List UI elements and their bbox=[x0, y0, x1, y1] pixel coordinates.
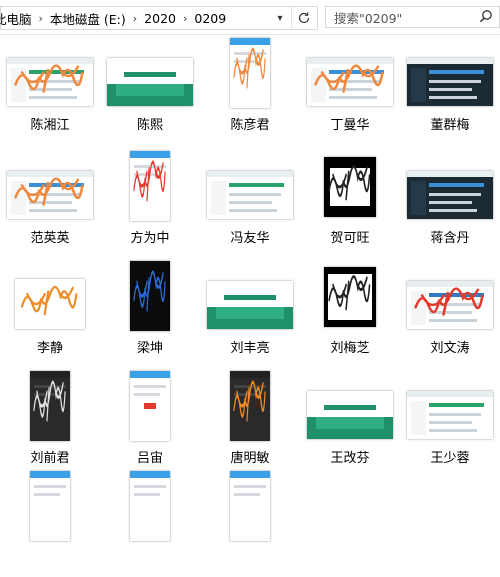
chevron-right-icon[interactable]: › bbox=[35, 12, 47, 25]
file-name: 王少蓉 bbox=[430, 451, 470, 466]
file-item[interactable] bbox=[0, 467, 100, 577]
file-name: 陈湘江 bbox=[30, 118, 70, 133]
file-name: 吕宙 bbox=[136, 451, 163, 466]
file-thumbnail[interactable] bbox=[30, 371, 70, 441]
file-name: 蒋含丹 bbox=[430, 231, 470, 246]
file-name: 刘丰亮 bbox=[230, 341, 270, 356]
file-thumbnail[interactable] bbox=[130, 261, 170, 331]
file-thumbnail[interactable] bbox=[230, 471, 270, 541]
file-thumbnail[interactable] bbox=[130, 471, 170, 541]
refresh-icon[interactable] bbox=[291, 7, 316, 29]
file-item[interactable]: 贺可旺 bbox=[300, 147, 400, 257]
file-name: 刘文涛 bbox=[430, 341, 470, 356]
file-thumbnail[interactable] bbox=[7, 58, 93, 106]
file-item[interactable]: 刘丰亮 bbox=[200, 257, 300, 367]
file-thumbnail[interactable] bbox=[130, 371, 170, 441]
file-item[interactable]: 李静 bbox=[0, 257, 100, 367]
file-thumbnail[interactable] bbox=[307, 391, 393, 439]
search-icon[interactable] bbox=[479, 9, 493, 26]
file-thumbnail[interactable] bbox=[324, 157, 376, 217]
file-thumbnail[interactable] bbox=[407, 58, 493, 106]
file-thumbnail[interactable] bbox=[207, 281, 293, 329]
file-thumbnail[interactable] bbox=[407, 281, 493, 329]
file-name: 王改芬 bbox=[330, 451, 370, 466]
file-name: 范英英 bbox=[30, 231, 70, 246]
search-input[interactable]: 搜索"0209" bbox=[325, 6, 500, 28]
file-thumbnail[interactable] bbox=[324, 267, 376, 327]
file-thumbnail[interactable] bbox=[30, 471, 70, 541]
crumb-drive[interactable]: 本地磁盘 (E:) bbox=[47, 9, 129, 28]
file-name: 梁坤 bbox=[136, 341, 163, 356]
file-item[interactable]: 刘前君 bbox=[0, 367, 100, 477]
chevron-right-icon[interactable]: › bbox=[179, 12, 191, 25]
file-thumbnail[interactable] bbox=[407, 171, 493, 219]
file-name: 陈彦君 bbox=[230, 118, 270, 133]
file-item[interactable]: 梁坤 bbox=[100, 257, 200, 367]
file-item[interactable]: 唐明敏 bbox=[200, 367, 300, 477]
file-item[interactable]: 刘文涛 bbox=[400, 257, 500, 367]
file-name: 方为中 bbox=[130, 231, 170, 246]
file-item[interactable]: 刘梅芝 bbox=[300, 257, 400, 367]
file-thumbnail[interactable] bbox=[207, 171, 293, 219]
file-item[interactable]: 陈彦君 bbox=[200, 34, 300, 144]
address-toolbar: 此电脑 › 本地磁盘 (E:) › 2020 › 0209 ▾ 搜索"0209" bbox=[0, 0, 500, 35]
file-item[interactable]: 冯友华 bbox=[200, 147, 300, 257]
file-thumbnail[interactable] bbox=[7, 171, 93, 219]
file-item[interactable]: 蒋含丹 bbox=[400, 147, 500, 257]
file-name: 董群梅 bbox=[430, 118, 470, 133]
file-item[interactable] bbox=[200, 467, 300, 577]
file-name: 丁曼华 bbox=[330, 118, 370, 133]
file-thumbnail[interactable] bbox=[307, 58, 393, 106]
file-item[interactable]: 吕宙 bbox=[100, 367, 200, 477]
file-name: 冯友华 bbox=[230, 231, 270, 246]
file-item[interactable] bbox=[100, 467, 200, 577]
file-name: 唐明敏 bbox=[230, 451, 270, 466]
chevron-down-icon[interactable]: ▾ bbox=[271, 7, 289, 29]
file-item[interactable]: 范英英 bbox=[0, 147, 100, 257]
file-item[interactable]: 王改芬 bbox=[300, 367, 400, 477]
file-item[interactable]: 王少蓉 bbox=[400, 367, 500, 477]
file-item[interactable]: 方为中 bbox=[100, 147, 200, 257]
file-item[interactable]: 陈熙 bbox=[100, 34, 200, 144]
file-grid: 陈湘江 陈熙 陈彦君 丁曼华 董群梅 范英英 方为中 冯友华 贺可旺 蒋含丹 李… bbox=[0, 34, 500, 541]
file-thumbnail[interactable] bbox=[230, 38, 270, 108]
file-name: 刘前君 bbox=[30, 451, 70, 466]
file-thumbnail[interactable] bbox=[230, 371, 270, 441]
file-item[interactable]: 陈湘江 bbox=[0, 34, 100, 144]
file-thumbnail[interactable] bbox=[15, 279, 85, 329]
file-name: 李静 bbox=[36, 341, 63, 356]
search-placeholder: 搜索"0209" bbox=[334, 10, 403, 26]
file-thumbnail[interactable] bbox=[407, 391, 493, 439]
file-thumbnail[interactable] bbox=[130, 151, 170, 221]
chevron-right-icon[interactable]: › bbox=[129, 12, 141, 25]
file-item[interactable]: 董群梅 bbox=[400, 34, 500, 144]
file-name: 贺可旺 bbox=[330, 231, 370, 246]
crumb-this-pc[interactable]: 此电脑 bbox=[0, 9, 35, 28]
crumb-0209[interactable]: 0209 bbox=[191, 11, 229, 26]
file-name: 刘梅芝 bbox=[330, 341, 370, 356]
file-thumbnail[interactable] bbox=[107, 58, 193, 106]
crumb-2020[interactable]: 2020 bbox=[141, 11, 179, 26]
file-name: 陈熙 bbox=[136, 118, 163, 133]
file-item[interactable]: 丁曼华 bbox=[300, 34, 400, 144]
breadcrumb[interactable]: 此电脑 › 本地磁盘 (E:) › 2020 › 0209 ▾ bbox=[0, 6, 318, 30]
